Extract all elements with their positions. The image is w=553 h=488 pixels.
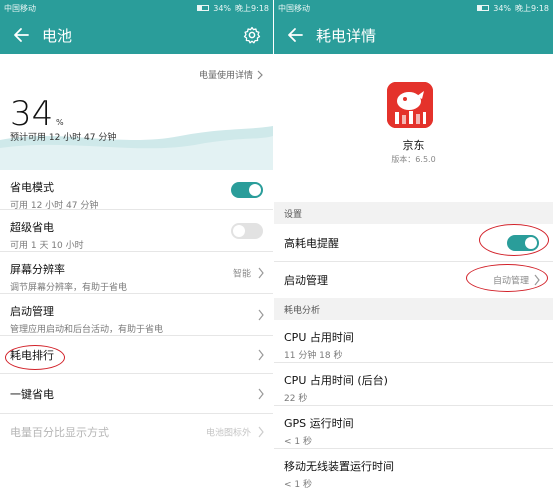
- carrier-label: 中国移动: [4, 3, 36, 13]
- row-label: GPS 运行时间: [284, 417, 354, 430]
- status-bar: 中国移动 34% 晚上9:18: [0, 0, 273, 16]
- app-bar: 耗电详情: [274, 16, 553, 54]
- analysis-item: GPS 运行时间 < 1 秒: [274, 406, 553, 449]
- analysis-list: CPU 占用时间 11 分钟 18 秒 CPU 占用时间 (后台) 22 秒 G…: [274, 320, 553, 488]
- chevron-right-icon: [258, 349, 264, 360]
- row-label: 超级省电: [10, 221, 54, 234]
- section-title: 设置: [284, 209, 303, 220]
- row-value: 智能: [232, 269, 251, 279]
- battery-icon: [197, 5, 210, 11]
- power-saving-mode-row[interactable]: 省电模式 可用 12 小时 47 分钟: [0, 170, 273, 211]
- row-label: 高耗电提醒: [284, 236, 339, 250]
- analysis-item: 移动无线装置运行时间 < 1 秒: [274, 449, 553, 488]
- row-label: 启动管理: [284, 274, 328, 287]
- power-saving-toggle[interactable]: [231, 181, 263, 198]
- settings-section-header: 设置: [274, 202, 553, 224]
- chevron-right-icon: [258, 267, 264, 278]
- status-bar: 中国移动 34% 晚上9:18: [274, 0, 553, 16]
- page-title: 电池: [42, 26, 73, 45]
- row-label: 启动管理: [10, 305, 54, 318]
- section-title: 耗电分析: [284, 305, 321, 316]
- row-label: CPU 占用时间 (后台): [284, 374, 388, 387]
- one-tap-saving-row[interactable]: 一键省电: [0, 374, 273, 414]
- analysis-section-header: 耗电分析: [274, 298, 553, 320]
- settings-list: 高耗电提醒 启动管理 自动管理: [274, 224, 553, 298]
- power-details-screen: 中国移动 34% 晚上9:18 耗电详情 京东 版本：6.5.0 设置 高耗电提…: [274, 0, 553, 488]
- back-arrow-icon[interactable]: [284, 24, 306, 46]
- jd-app-icon: [387, 82, 433, 128]
- percent-sign: %: [56, 118, 64, 127]
- row-label: 耗电排行: [10, 348, 54, 362]
- startup-management-row[interactable]: 启动管理 管理应用启动和后台活动，有助于省电: [0, 294, 273, 336]
- clock: 晚上9:18: [235, 3, 269, 13]
- gear-icon[interactable]: [241, 24, 263, 46]
- row-subtitle: 可用 1 天 10 小时: [10, 241, 84, 251]
- row-value: 电池图标外: [205, 428, 251, 439]
- row-label: 屏幕分辨率: [10, 263, 65, 276]
- screen-resolution-row[interactable]: 屏幕分辨率 调节屏幕分辨率，有助于省电 智能: [0, 252, 273, 294]
- row-label: 一键省电: [10, 387, 54, 401]
- high-drain-toggle[interactable]: [507, 234, 539, 251]
- usage-details-label: 电量使用详情: [198, 71, 253, 81]
- row-subtitle: 管理应用启动和后台活动，有助于省电: [10, 325, 164, 335]
- row-value: < 1 秒: [284, 437, 312, 447]
- battery-percent: 34%: [493, 3, 512, 13]
- app-bar: 电池: [0, 16, 273, 54]
- back-arrow-icon[interactable]: [10, 24, 32, 46]
- app-name: 京东: [402, 139, 425, 152]
- battery-screen: 中国移动 34% 晚上9:18 电池 电量使用详情 34 % 预计可用 12 小…: [0, 0, 273, 488]
- toggle-knob: [249, 183, 261, 196]
- startup-management-row[interactable]: 启动管理 自动管理: [274, 262, 553, 298]
- clock: 晚上9:18: [515, 3, 549, 13]
- estimated-time: 预计可用 12 小时 47 分钟: [10, 133, 117, 143]
- analysis-item: CPU 占用时间 (后台) 22 秒: [274, 363, 553, 406]
- row-label: 省电模式: [10, 181, 54, 194]
- row-label: CPU 占用时间: [284, 331, 354, 344]
- battery-icon: [477, 5, 490, 11]
- toggle-knob: [233, 224, 245, 237]
- power-ranking-row[interactable]: 耗电排行: [0, 336, 273, 374]
- row-subtitle: 调节屏幕分辨率，有助于省电: [10, 283, 128, 293]
- battery-level: 34: [10, 94, 54, 134]
- analysis-item: CPU 占用时间 11 分钟 18 秒: [274, 320, 553, 363]
- carrier-label: 中国移动: [278, 3, 310, 13]
- toggle-knob: [525, 236, 537, 249]
- chevron-right-icon: [258, 309, 264, 320]
- chevron-right-icon: [258, 388, 264, 399]
- ultra-power-saving-toggle[interactable]: [231, 222, 263, 239]
- battery-summary: 电量使用详情 34 % 预计可用 12 小时 47 分钟: [0, 54, 273, 170]
- ultra-power-saving-row[interactable]: 超级省电 可用 1 天 10 小时: [0, 210, 273, 252]
- row-label: 移动无线装置运行时间: [284, 460, 394, 473]
- row-value: < 1 秒: [284, 480, 312, 488]
- percent-display-row[interactable]: 电量百分比显示方式 电池图标外: [0, 414, 273, 450]
- usage-details-link[interactable]: 电量使用详情: [199, 68, 263, 81]
- chevron-right-icon: [534, 274, 540, 286]
- app-info: 京东 版本：6.5.0: [274, 54, 553, 199]
- chevron-right-icon: [257, 70, 263, 79]
- chevron-right-icon: [258, 426, 264, 438]
- row-label: 电量百分比显示方式: [10, 426, 109, 439]
- high-drain-alert-row[interactable]: 高耗电提醒: [274, 224, 553, 262]
- row-value: 自动管理: [492, 276, 529, 287]
- row-value: 22 秒: [284, 394, 308, 404]
- battery-settings-list: 省电模式 可用 12 小时 47 分钟 超级省电 可用 1 天 10 小时 屏幕…: [0, 170, 273, 450]
- row-value: 11 分钟 18 秒: [284, 351, 343, 361]
- app-version: 版本：6.5.0: [391, 155, 436, 164]
- battery-percent: 34%: [213, 3, 232, 13]
- page-title: 耗电详情: [316, 26, 377, 45]
